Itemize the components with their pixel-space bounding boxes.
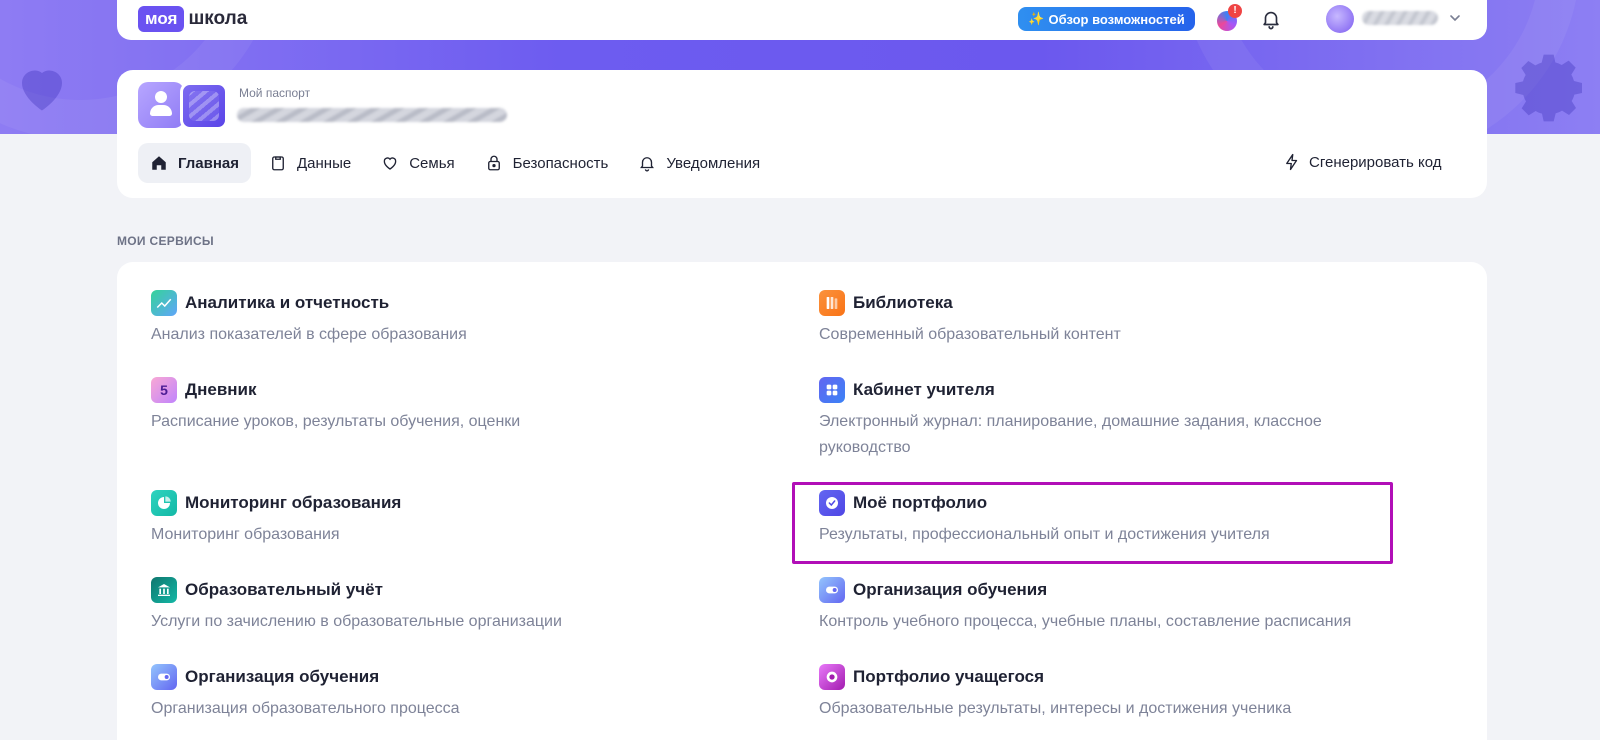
gear-decoration-icon [1515, 54, 1582, 122]
services-section-title: МОИ СЕРВИСЫ [117, 234, 214, 248]
app-logo[interactable]: моя школа [138, 6, 247, 32]
service-item[interactable]: Портфолио учащегося Образовательные резу… [819, 664, 1419, 722]
analytics-icon [151, 290, 177, 316]
service-item[interactable]: Мониторинг образования Мониторинг образо… [151, 490, 751, 548]
service-description: Образовательные результаты, интересы и д… [819, 700, 1292, 717]
education-registry-icon [151, 577, 177, 603]
monitoring-icon [151, 490, 177, 516]
service-title: Мониторинг образования [185, 493, 402, 512]
service-description: Мониторинг образования [151, 526, 340, 543]
notifications-bell-icon[interactable] [1260, 8, 1282, 30]
service-title: Организация обучения [853, 580, 1048, 599]
diary-icon-number: 5 [160, 382, 168, 398]
library-icon [819, 290, 845, 316]
tab-main-label: Главная [178, 154, 240, 172]
service-item[interactable]: Кабинет учителя Электронный журнал: план… [819, 377, 1419, 461]
learning-organization-icon [819, 577, 845, 603]
passport-label: Мой паспорт [239, 86, 311, 100]
bell-icon [640, 157, 655, 172]
logo-badge: моя [138, 6, 185, 32]
user-name-redacted[interactable] [1362, 11, 1438, 25]
sparkle-icon: ✨ [1028, 11, 1045, 26]
tab-data-label: Данные [297, 154, 352, 172]
service-title: Организация обучения [185, 667, 380, 686]
service-description: Анализ показателей в сфере образования [151, 326, 467, 343]
service-item[interactable]: Библиотека Современный образовательный к… [819, 290, 1419, 348]
heart-icon [383, 157, 397, 170]
student-portfolio-icon [819, 664, 845, 690]
features-overview-label: Обзор возможностей [1048, 11, 1185, 27]
learning-organization-icon [151, 664, 177, 690]
tab-security-label: Безопасность [512, 154, 609, 172]
service-item[interactable]: Организация обучения Контроль учебного п… [819, 577, 1419, 635]
generate-code-label: Сгенерировать код [1309, 153, 1442, 171]
chevron-down-icon[interactable] [1447, 10, 1463, 26]
service-item[interactable]: Образовательный учёт Услуги по зачислени… [151, 577, 751, 635]
selection-highlight-box [792, 482, 1393, 564]
passport-card: Мой паспорт Главная Данные Семья Безопас… [117, 70, 1487, 198]
tab-family-label: Семья [409, 154, 455, 172]
features-overview-button[interactable]: ✨ Обзор возможностей [1018, 7, 1195, 31]
diary-icon: 5 [151, 377, 177, 403]
service-title: Кабинет учителя [853, 380, 995, 399]
assistant-alert-badge: ! [1228, 4, 1242, 18]
service-item[interactable]: Аналитика и отчетность Анализ показателе… [151, 290, 751, 348]
service-title: Аналитика и отчетность [185, 293, 390, 312]
passport-tabs: Главная Данные Семья Безопасность Уведом… [138, 143, 778, 183]
tab-data[interactable]: Данные [257, 143, 363, 183]
passport-avatars[interactable] [138, 82, 230, 130]
home-icon [152, 156, 166, 170]
service-description: Организация образовательного процесса [151, 700, 460, 717]
logo-word: школа [188, 8, 248, 29]
tab-security[interactable]: Безопасность [473, 143, 621, 183]
service-description: Современный образовательный контент [819, 326, 1121, 343]
tab-family[interactable]: Семья [369, 143, 466, 183]
tab-notifications-label: Уведомления [666, 154, 761, 172]
assistant-button[interactable]: ! [1214, 4, 1242, 32]
person-icon [138, 82, 184, 128]
top-navbar: моя школа ✨ Обзор возможностей ! [117, 0, 1487, 40]
lightning-icon [1286, 153, 1298, 171]
service-description: Электронный журнал: планирование, домашн… [819, 413, 1322, 456]
tab-notifications[interactable]: Уведомления [626, 143, 772, 183]
service-description: Услуги по зачислению в образовательные о… [151, 613, 562, 630]
service-item[interactable]: 5 Дневник Расписание уроков, результаты … [151, 377, 751, 435]
service-title: Дневник [185, 380, 257, 399]
clipboard-icon [272, 156, 284, 171]
service-title: Образовательный учёт [185, 580, 383, 599]
service-title: Портфолио учащегося [853, 667, 1045, 686]
teacher-cabinet-icon [819, 377, 845, 403]
passport-name-redacted [237, 108, 507, 122]
service-description: Контроль учебного процесса, учебные план… [819, 613, 1352, 630]
profile-photo [180, 82, 228, 130]
service-item[interactable]: Организация обучения Организация образов… [151, 664, 751, 722]
tab-main[interactable]: Главная [138, 143, 252, 183]
user-avatar[interactable] [1326, 5, 1354, 33]
service-title: Библиотека [853, 293, 953, 312]
heart-decoration-icon [22, 70, 62, 111]
service-description: Расписание уроков, результаты обучения, … [151, 413, 521, 430]
lock-icon [487, 155, 500, 171]
generate-code-button[interactable]: Сгенерировать код [1283, 152, 1442, 172]
